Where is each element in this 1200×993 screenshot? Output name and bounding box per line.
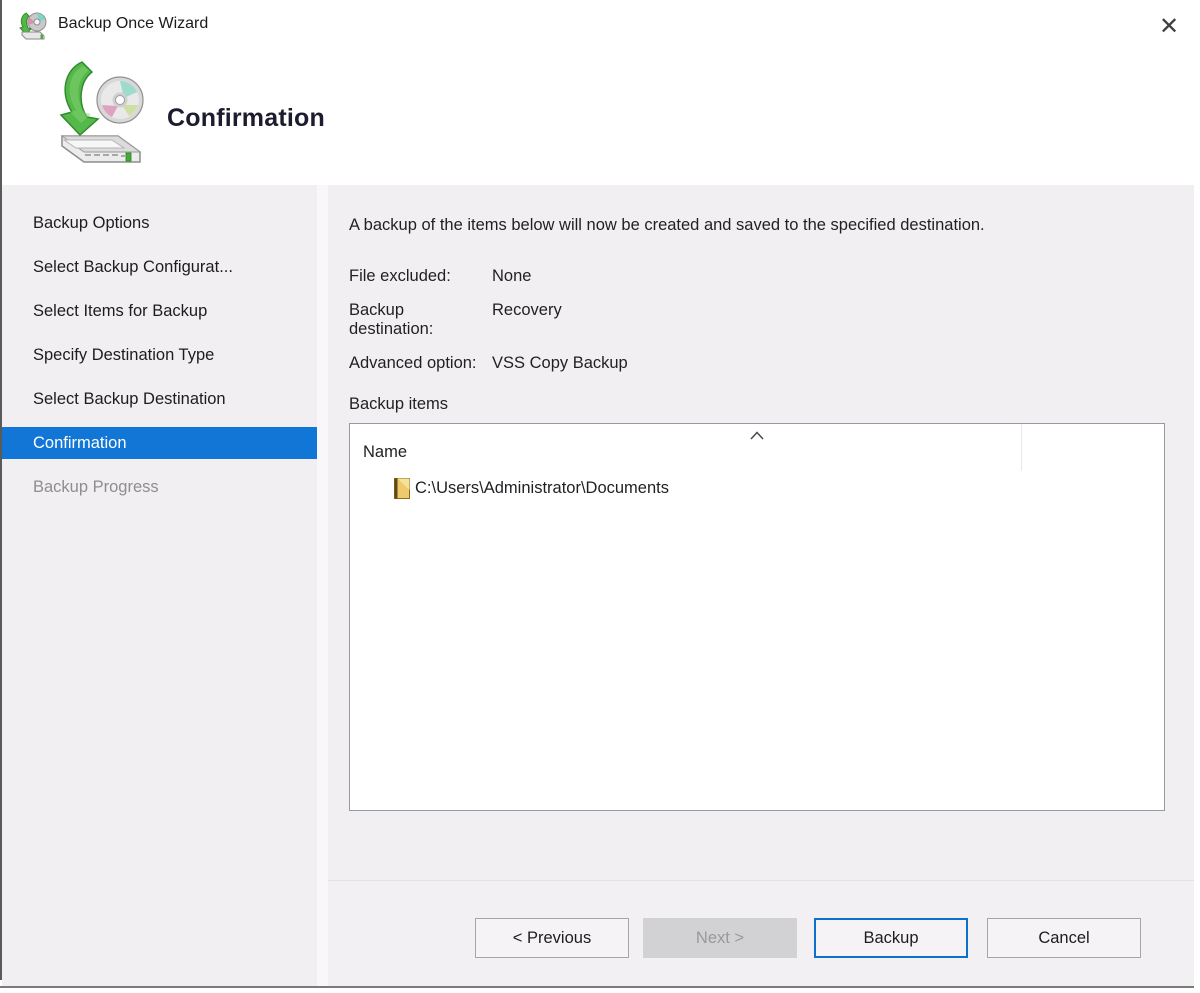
summary-row-file-excluded: File excluded: None [349, 267, 1194, 286]
confirmation-description: A backup of the items below will now be … [349, 210, 1029, 240]
window-title: Backup Once Wizard [58, 0, 208, 48]
backup-once-wizard-window: Backup Once Wizard ✕ [0, 0, 1200, 993]
backup-items-label: Backup items [349, 395, 1194, 414]
backup-wizard-icon [18, 11, 48, 41]
confirmation-pane: A backup of the items below will now be … [328, 185, 1194, 986]
close-icon[interactable]: ✕ [1152, 10, 1186, 42]
page-title: Confirmation [167, 104, 325, 133]
backup-items-list[interactable]: Name C:\Users\Administrator\Documents [349, 423, 1165, 811]
file-excluded-label: File excluded: [349, 267, 492, 286]
advanced-option-value: VSS Copy Backup [492, 354, 628, 373]
list-item[interactable]: C:\Users\Administrator\Documents [350, 471, 1164, 505]
backup-summary: File excluded: None Backup destination: … [349, 267, 1194, 373]
step-confirmation-selected[interactable]: Confirmation [2, 427, 317, 459]
step-backup-options[interactable]: Backup Options [2, 201, 317, 245]
name-column-header[interactable]: Name [363, 443, 407, 462]
step-select-items-for-backup[interactable]: Select Items for Backup [2, 289, 317, 333]
wizard-steps-sidebar: Backup Options Select Backup Configurat.… [2, 185, 317, 986]
next-button: Next > [643, 918, 797, 958]
backup-destination-value: Recovery [492, 301, 562, 339]
backup-destination-label: Backup destination: [349, 301, 492, 339]
title-bar: Backup Once Wizard ✕ [2, 0, 1200, 48]
summary-row-advanced-option: Advanced option: VSS Copy Backup [349, 354, 1194, 373]
backup-drive-icon [52, 60, 152, 170]
summary-row-backup-destination: Backup destination: Recovery [349, 301, 1194, 339]
wizard-footer: < Previous Next > Backup Cancel [328, 880, 1194, 986]
folder-icon [393, 477, 412, 500]
backup-item-path: C:\Users\Administrator\Documents [415, 479, 669, 498]
step-select-backup-configuration[interactable]: Select Backup Configurat... [2, 245, 317, 289]
previous-button[interactable]: < Previous [475, 918, 629, 958]
wizard-header: Confirmation [2, 48, 1200, 185]
step-backup-progress: Backup Progress [2, 465, 317, 509]
file-excluded-value: None [492, 267, 531, 286]
step-specify-destination-type[interactable]: Specify Destination Type [2, 333, 317, 377]
chevron-up-icon [749, 427, 765, 445]
column-divider [1021, 424, 1022, 471]
sidebar-divider [317, 185, 328, 986]
backup-button[interactable]: Backup [814, 918, 968, 958]
advanced-option-label: Advanced option: [349, 354, 492, 373]
list-column-header[interactable]: Name [350, 424, 1164, 471]
window-bottom-border [0, 986, 1194, 988]
step-select-backup-destination[interactable]: Select Backup Destination [2, 377, 317, 421]
wizard-body: Backup Options Select Backup Configurat.… [2, 185, 1194, 986]
cancel-button[interactable]: Cancel [987, 918, 1141, 958]
